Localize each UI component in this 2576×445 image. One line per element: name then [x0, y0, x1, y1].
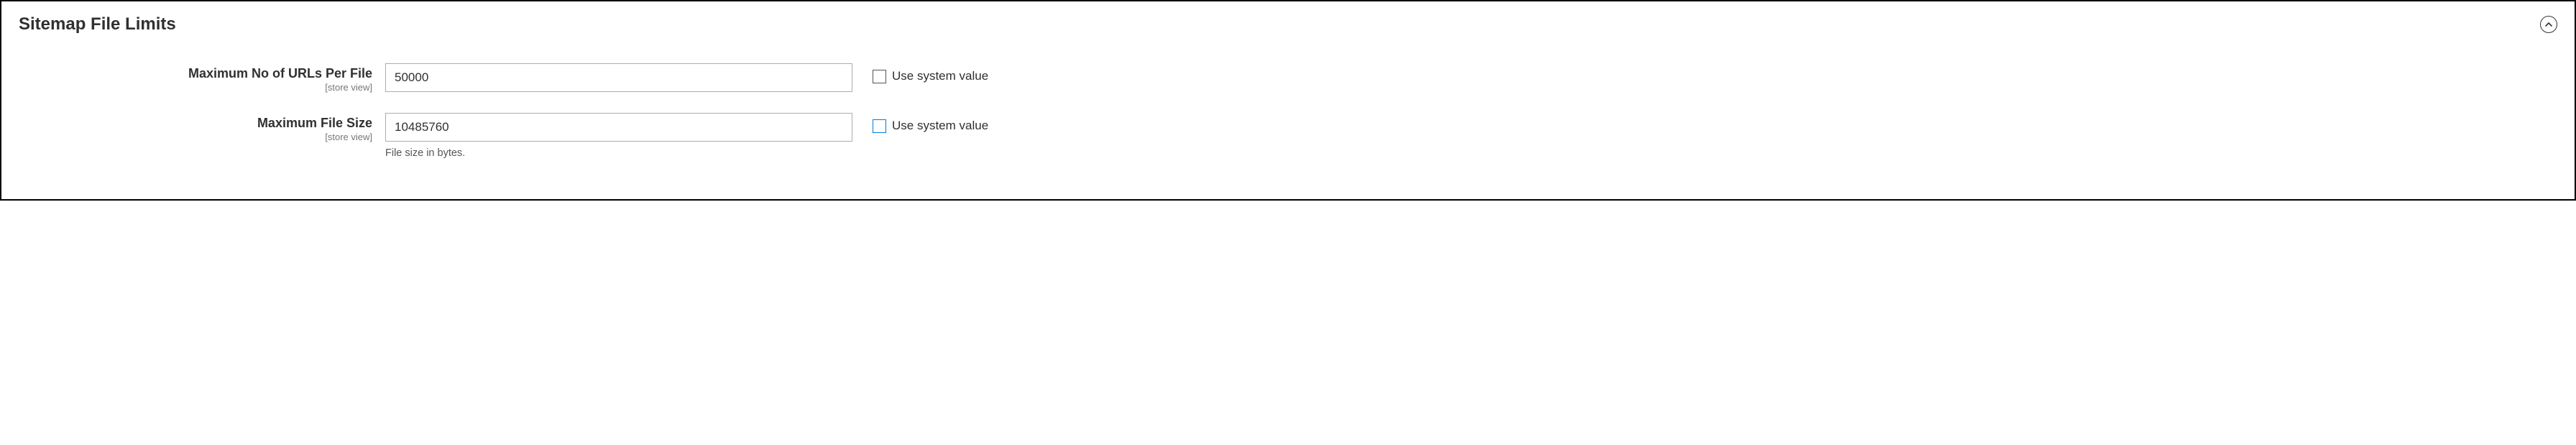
use-system-checkbox-max-urls[interactable]: [873, 70, 886, 83]
field-scope-max-urls: [store view]: [19, 82, 372, 93]
field-input-col: [385, 63, 852, 92]
section-title: Sitemap File Limits: [19, 14, 176, 35]
use-system-checkbox-max-size[interactable]: [873, 119, 886, 133]
field-label-max-size: Maximum File Size: [19, 116, 372, 132]
chevron-up-icon: [2544, 20, 2553, 29]
max-urls-input[interactable]: [385, 63, 852, 92]
field-label-col: Maximum File Size [store view]: [19, 113, 385, 142]
use-system-col: Use system value: [852, 63, 988, 83]
sitemap-file-limits-section: Sitemap File Limits Maximum No of URLs P…: [0, 0, 2576, 201]
form-body: Maximum No of URLs Per File [store view]…: [19, 63, 1025, 159]
use-system-label-max-size[interactable]: Use system value: [892, 119, 988, 133]
field-note-max-size: File size in bytes.: [385, 147, 852, 159]
field-row-max-urls: Maximum No of URLs Per File [store view]…: [19, 63, 1025, 93]
field-label-col: Maximum No of URLs Per File [store view]: [19, 63, 385, 93]
field-input-col: File size in bytes.: [385, 113, 852, 159]
use-system-col: Use system value: [852, 113, 988, 133]
collapse-button[interactable]: [2540, 16, 2557, 33]
max-size-input[interactable]: [385, 113, 852, 142]
field-scope-max-size: [store view]: [19, 132, 372, 143]
use-system-label-max-urls[interactable]: Use system value: [892, 69, 988, 83]
section-header: Sitemap File Limits: [19, 14, 2557, 35]
field-label-max-urls: Maximum No of URLs Per File: [19, 66, 372, 82]
field-row-max-size: Maximum File Size [store view] File size…: [19, 113, 1025, 159]
